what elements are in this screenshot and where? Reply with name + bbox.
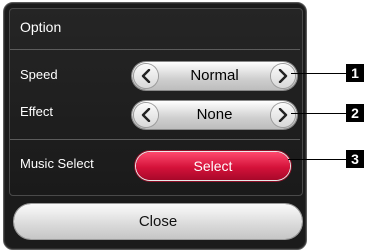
speed-prev-button[interactable] (134, 64, 158, 88)
effect-prev-button[interactable] (134, 103, 158, 127)
dialog-title: Option (20, 19, 62, 35)
title-divider (10, 49, 300, 50)
effect-label: Effect (20, 104, 54, 119)
effect-selector[interactable]: None (132, 101, 297, 129)
callout-badge-1: 1 (346, 64, 364, 82)
speed-selector[interactable]: Normal (132, 62, 297, 90)
option-dialog: Option Speed Normal Effect None Music Se… (3, 2, 307, 250)
music-select-label: Music Select (20, 156, 94, 171)
chevron-left-icon (141, 69, 151, 83)
callout-line-2 (291, 113, 346, 114)
chevron-right-icon (278, 108, 288, 122)
effect-next-button[interactable] (271, 103, 295, 127)
speed-next-button[interactable] (271, 64, 295, 88)
chevron-left-icon (141, 108, 151, 122)
chevron-right-icon (278, 69, 288, 83)
close-button[interactable]: Close (14, 204, 302, 239)
row-divider (10, 139, 300, 140)
speed-label: Speed (20, 67, 58, 82)
select-button-label: Select (193, 158, 233, 174)
music-select-button[interactable]: Select (136, 152, 290, 180)
callout-badge-2: 2 (346, 104, 364, 122)
callout-line-1 (291, 73, 346, 74)
callout-badge-3: 3 (346, 150, 364, 168)
callout-line-3 (288, 159, 346, 160)
close-button-label: Close (138, 213, 178, 230)
